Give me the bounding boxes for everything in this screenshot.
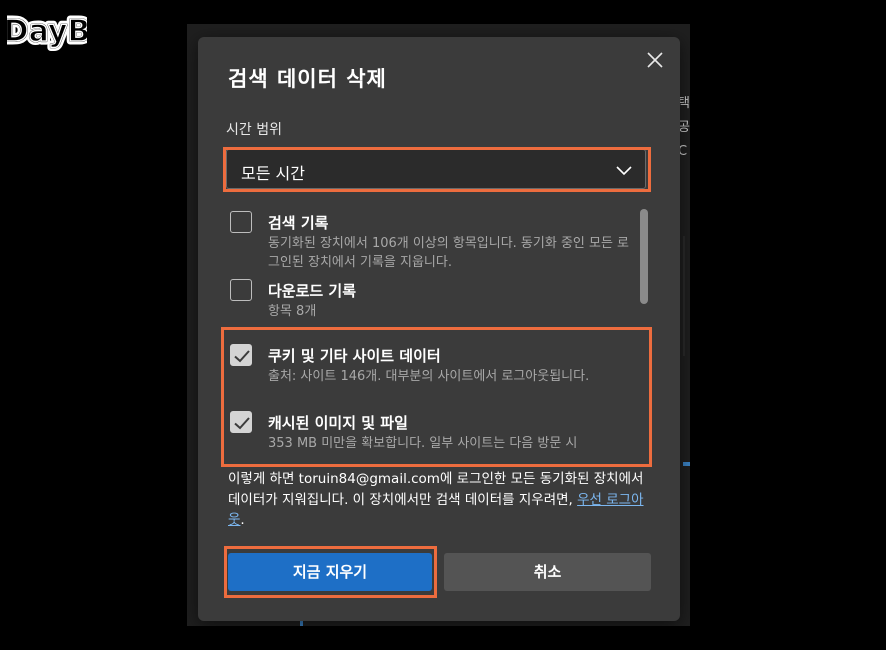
sync-notice: 이렇게 하면 toruin84@gmail.com에 로그인한 모든 동기화된 … (228, 469, 653, 531)
checkmark-icon (234, 417, 250, 430)
item-title: 검색 기록 (268, 214, 329, 232)
dayb-logo: DayB DayB DayB (7, 11, 87, 53)
chevron-down-icon (616, 166, 632, 176)
time-range-value: 모든 시간 (241, 164, 305, 183)
close-button[interactable] (644, 49, 666, 71)
logo-text: DayB (7, 14, 87, 49)
list-scrollbar[interactable] (640, 209, 648, 304)
item-description: 항목 8개 (268, 304, 317, 319)
clear-browsing-data-dialog: 검색 데이터 삭제 시간 범위 모든 시간 검색 기록 동기화된 장치에서 10… (198, 37, 680, 621)
time-range-dropdown[interactable]: 모든 시간 (226, 149, 646, 189)
item-title: 다운로드 기록 (268, 282, 357, 300)
time-range-label: 시간 범위 (226, 122, 282, 138)
download-history-checkbox[interactable] (230, 279, 252, 301)
dialog-title: 검색 데이터 삭제 (228, 67, 387, 91)
item-title: 쿠키 및 기타 사이트 데이터 (268, 347, 441, 365)
cached-images-checkbox[interactable] (230, 411, 252, 433)
cancel-button[interactable]: 취소 (444, 553, 651, 591)
cookies-checkbox[interactable] (230, 344, 252, 366)
sync-notice-suffix: . (240, 512, 245, 528)
item-description: 출처: 사이트 146개. 대부분의 사이트에서 로그아웃됩니다. (268, 369, 590, 384)
item-description: 353 MB 미만을 확보합니다. 일부 사이트는 다음 방문 시 (268, 436, 578, 451)
checkmark-icon (234, 350, 250, 363)
background-accent (683, 462, 690, 466)
background-divider (683, 236, 685, 356)
clear-now-button[interactable]: 지금 지우기 (228, 553, 432, 591)
browsing-history-checkbox[interactable] (230, 211, 252, 233)
item-title: 캐시된 이미지 및 파일 (268, 414, 408, 432)
close-icon (647, 52, 663, 68)
item-description: 동기화된 장치에서 106개 이상의 항목입니다. 동기화 중인 모든 로그인된… (268, 236, 630, 270)
data-type-list: 검색 기록 동기화된 장치에서 106개 이상의 항목입니다. 동기화 중인 모… (224, 207, 642, 469)
